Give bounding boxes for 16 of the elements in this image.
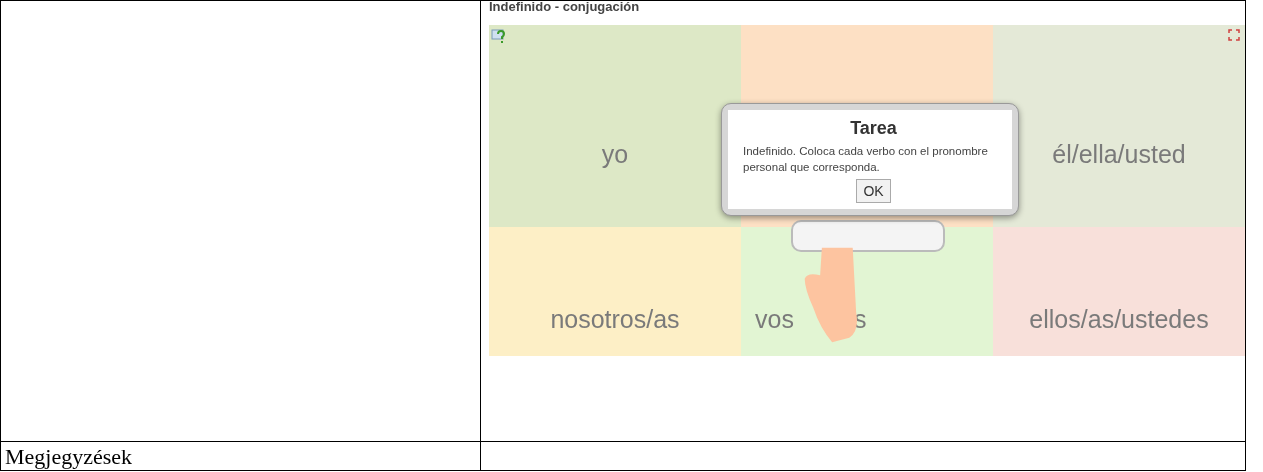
pronoun-zone[interactable]: él/ella/usted — [993, 25, 1245, 227]
fullscreen-icon[interactable] — [1228, 29, 1240, 41]
pronoun-label: vos — [755, 305, 794, 334]
notes-label: Megjegyzések — [5, 444, 133, 469]
pronoun-zone[interactable]: yo — [489, 25, 741, 227]
help-icon[interactable] — [491, 28, 507, 44]
pronoun-label: ellos/as/ustedes — [1029, 305, 1209, 334]
pronoun-zone[interactable]: nosotros/as — [489, 227, 741, 356]
pronoun-zone[interactable]: ellos/as/ustedes — [993, 227, 1245, 356]
pronoun-label: él/ella/usted — [1052, 140, 1186, 169]
pronoun-label: yo — [601, 140, 629, 169]
activity-title: Indefinido - conjugación — [489, 1, 641, 16]
pronoun-label: nosotros/as — [550, 305, 680, 334]
ok-button[interactable]: OK — [856, 179, 891, 203]
dialog-message: Indefinido. Coloca cada verbo con el pronombre personal que corresponda. — [743, 144, 989, 175]
dialog-title: Tarea — [849, 118, 898, 139]
